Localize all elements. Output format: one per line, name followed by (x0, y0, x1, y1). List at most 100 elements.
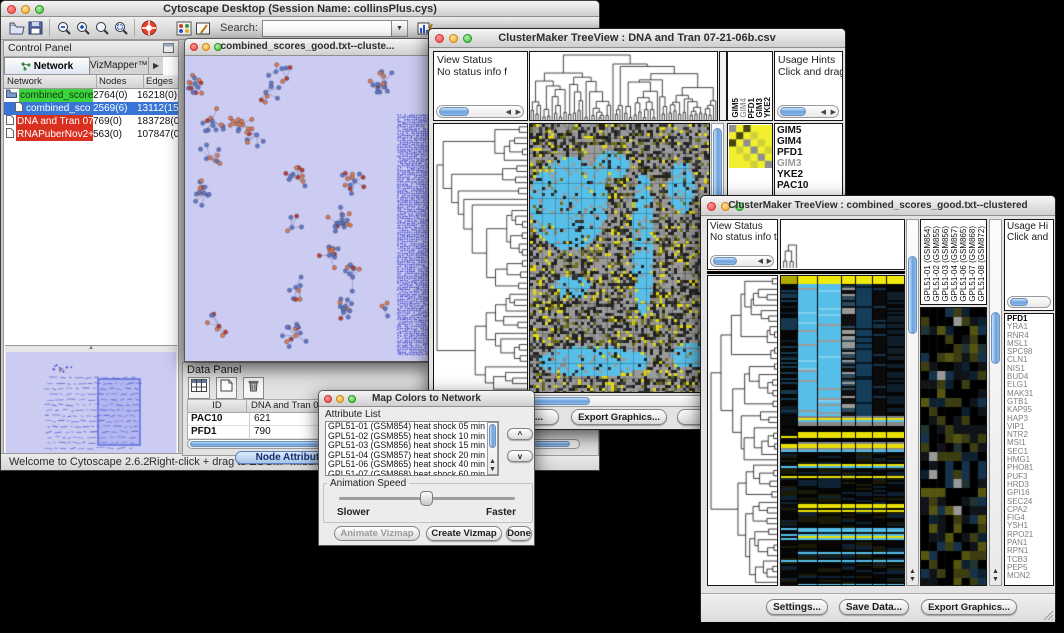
speed-slider-thumb[interactable] (420, 491, 433, 506)
heatmap-canvas[interactable] (781, 276, 904, 585)
attribute-list-item[interactable]: GPL51-07 (GSM868) heat shock 60 min (326, 470, 498, 477)
heatmap-column-label: GPL51-01 (GSM854) (923, 226, 932, 302)
zoom-selected-icon[interactable] (111, 19, 130, 37)
network-table-header[interactable]: Network Nodes Edges (4, 75, 178, 89)
delete-attribute-icon[interactable] (243, 377, 264, 399)
heatmap-column-label: GIM4 (739, 98, 746, 118)
network-name-label: RNAPuberNov2+ (16, 128, 93, 141)
view-status-hscrollbar[interactable]: ◀ ▶ (436, 105, 524, 118)
network-table-row[interactable]: combined_scores2764(0)16218(0) (4, 89, 178, 102)
settings-button[interactable]: Settings... (766, 599, 828, 615)
column-dendrogram-panel[interactable] (780, 219, 905, 270)
usage-hints-panel: Usage Hints Click and drag to ◀ ▶ (774, 51, 843, 121)
save-data-button[interactable]: Save Data... (839, 599, 909, 615)
treeview-dna-titlebar[interactable]: ClusterMaker TreeView : DNA and Tran 07-… (429, 29, 845, 48)
zoom-in-icon[interactable] (73, 19, 92, 37)
heatmap-hscrollbar[interactable]: ◀ ▶ (529, 395, 724, 407)
toolbar-separator (49, 19, 50, 37)
gene-list-vscrollbar[interactable]: ▲ ▼ (989, 219, 1002, 586)
network-tab-icon (21, 62, 31, 71)
usage-hints-hscrollbar[interactable] (1007, 296, 1051, 308)
network-canvas[interactable] (185, 56, 430, 361)
usage-hints-title: Usage Hints (775, 52, 842, 66)
search-dropdown-button[interactable]: ▼ (392, 20, 408, 37)
annotation-icon[interactable] (193, 19, 212, 37)
row-dendrogram-panel[interactable] (707, 275, 778, 586)
heatmap-column-label: PFD1 (747, 98, 754, 118)
move-up-button[interactable]: ^ (507, 428, 533, 440)
cytoscape-titlebar[interactable]: Cytoscape Desktop (Session Name: collins… (1, 1, 599, 17)
network-table-row[interactable]: DNA and Tran 07769(0)183728(0) (4, 115, 178, 128)
toolbar-separator (134, 19, 135, 37)
secondary-heatmap-canvas[interactable] (921, 308, 986, 585)
view-status-text: No status info f (434, 66, 527, 78)
button-bar: Settings... Save Data... Export Graphics… (701, 593, 1055, 622)
heatmap-vscrollbar[interactable]: ▲ ▼ (906, 219, 919, 586)
attribute-listbox[interactable]: GPL51-01 (GSM854) heat shock 05 minGPL51… (325, 421, 499, 476)
heatmap-panel[interactable] (780, 275, 905, 586)
network-name-label: DNA and Tran 07 (16, 115, 93, 128)
data-id-cell: PAC10 (188, 413, 250, 425)
network-view-window: combined_scores_good.txt--cluste... (184, 38, 431, 362)
tab-vizmapper[interactable]: VizMapper™ (90, 57, 148, 74)
float-panel-icon[interactable] (163, 43, 174, 58)
row-dendrogram-panel[interactable] (433, 123, 528, 393)
column-dendrogram-canvas[interactable] (530, 52, 717, 120)
column-labels-panel: GPL51-01 (GSM854)GPL51-02 (GSM855)GPL51-… (920, 219, 987, 305)
heatmap-column-label: YKE2 (763, 97, 770, 118)
column-dendrogram-panel[interactable] (529, 51, 718, 121)
open-file-icon[interactable] (7, 19, 26, 37)
network-table-row[interactable]: RNAPuberNov2+563(0)107847(0) (4, 128, 178, 141)
network-name-label: combined_scores (19, 89, 93, 102)
table-icon[interactable] (188, 377, 210, 399)
search-label: Search: (220, 22, 258, 34)
move-down-button[interactable]: v (507, 450, 533, 462)
new-attribute-icon[interactable] (216, 377, 237, 399)
usage-hints-title: Usage Hi (1005, 220, 1053, 232)
slower-label: Slower (337, 507, 370, 518)
status-welcome: Welcome to Cytoscape 2.6.2 (9, 456, 149, 468)
tab-network[interactable]: Network (4, 57, 90, 74)
network-table-row[interactable]: combined_sco2569(6)13112(15) (4, 102, 178, 115)
export-graphics-button[interactable]: Export Graphics... (571, 409, 667, 425)
heatmap-panel[interactable] (529, 123, 710, 393)
control-panel: Control Panel Network VizMapper™ ▶ Netwo… (3, 40, 179, 456)
animation-speed-label: Animation Speed (327, 478, 409, 489)
network-name-cell: RNAPuberNov2+ (4, 128, 93, 141)
done-button[interactable]: Done (506, 526, 532, 541)
desktop: Cytoscape Desktop (Session Name: collins… (0, 0, 1064, 633)
row-dendrogram-canvas[interactable] (708, 276, 777, 585)
network-nodes-cell: 769(0) (93, 115, 137, 128)
network-view-titlebar[interactable]: combined_scores_good.txt--cluste... (185, 39, 430, 56)
column-labels-panel: GIM5GIM4PFD1GIM3YKE2PAC10 (727, 51, 773, 121)
create-vizmap-button[interactable]: Create Vizmap (426, 526, 502, 541)
zoom-out-icon[interactable] (54, 19, 73, 37)
tab-overflow-button[interactable]: ▶ (148, 57, 164, 74)
vizmap-icon[interactable] (174, 19, 193, 37)
zoom-fit-icon[interactable] (92, 19, 111, 37)
search-input[interactable] (262, 20, 392, 37)
network-overview-canvas[interactable] (6, 352, 176, 453)
export-graphics-button[interactable]: Export Graphics... (921, 599, 1017, 615)
similarity-matrix-canvas[interactable] (729, 125, 772, 168)
heatmap-canvas[interactable] (530, 124, 709, 392)
resize-grip[interactable] (1042, 609, 1054, 621)
attribute-list-vscrollbar[interactable]: ▲ ▼ (487, 422, 498, 475)
save-icon[interactable] (26, 19, 45, 37)
overview-resize-handle[interactable]: ▲ (5, 346, 177, 351)
usage-hints-hscrollbar[interactable]: ◀ ▶ (777, 105, 839, 118)
row-dendrogram-canvas[interactable] (434, 124, 527, 392)
treeview-combined-titlebar[interactable]: ClusterMaker TreeView : combined_scores_… (701, 196, 1055, 216)
help-lifering-icon[interactable] (139, 19, 158, 37)
network-name-label: combined_sco (25, 102, 91, 115)
gene-label: GIM5 (775, 125, 842, 136)
overview-panel: ▲ (5, 345, 177, 454)
view-status-hscrollbar[interactable]: ◀ ▶ (710, 255, 774, 267)
animate-vizmap-button[interactable]: Animate Vizmap (334, 526, 420, 541)
dialog-titlebar[interactable]: Map Colors to Network (319, 391, 534, 407)
network-table: combined_scores2764(0)16218(0)combined_s… (4, 89, 178, 141)
view-status-title: View Status (434, 52, 527, 66)
network-row-file-icon (6, 128, 14, 141)
secondary-heatmap-panel[interactable] (920, 307, 987, 586)
column-dendrogram-canvas[interactable] (781, 220, 904, 269)
